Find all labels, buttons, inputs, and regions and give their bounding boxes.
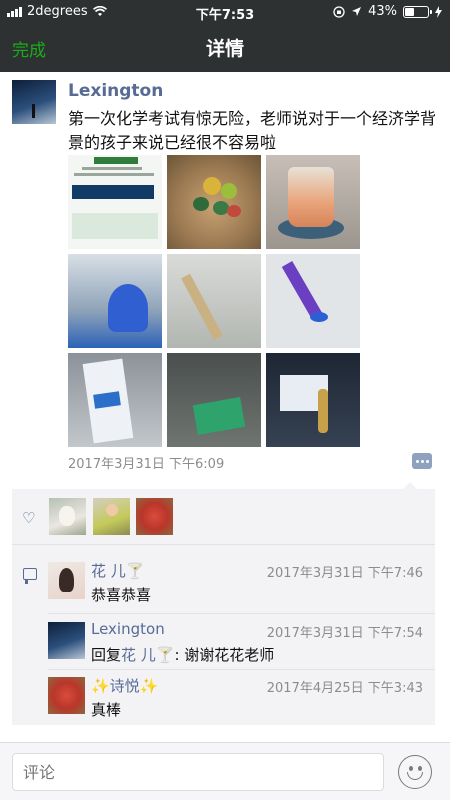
liker-avatar[interactable] [136,498,173,535]
comment-item[interactable]: 花 儿🍸 2017年3月31日 下午7:46 恭喜恭喜 [48,560,435,614]
photo-thumbnail[interactable] [266,254,360,348]
comment-text: 回复花 儿🍸: 谢谢花花老师 [91,644,274,665]
divider [12,544,435,545]
reply-prefix: 回复 [91,646,122,664]
reply-text: : 谢谢花花老师 [174,646,275,664]
photo-grid [68,155,360,447]
page-title: 详情 [205,38,244,60]
navigation-bar: 完成 详情 [0,24,450,70]
comment-text: 恭喜恭喜 [91,586,152,604]
comment-input[interactable] [12,753,384,791]
interaction-panel: ♡ 花 儿🍸 2017年3月31日 下午7:46 恭喜恭喜 Lexington … [12,482,435,727]
emoji-button[interactable] [398,755,432,789]
done-button[interactable]: 完成 [12,36,46,61]
author-avatar[interactable] [12,80,56,124]
post-text: 第一次化学考试有惊无险，老师说对于一个经济学背景的孩子来说已经很不容易啦 [68,109,437,152]
comment-item[interactable]: ✨诗悦✨ 2017年4月25日 下午3:43 真棒 [48,677,435,727]
comment-item[interactable]: Lexington 2017年3月31日 下午7:54 回复花 儿🍸: 谢谢花花… [48,620,435,672]
orientation-lock-icon [333,5,345,18]
likes-row: ♡ [12,489,435,544]
commenter-avatar[interactable] [48,562,85,599]
photo-thumbnail[interactable] [266,155,360,249]
photo-thumbnail[interactable] [266,353,360,447]
comment-input-bar [0,742,450,800]
commenter-name[interactable]: Lexington [91,620,165,638]
liker-avatar[interactable] [49,498,86,535]
photo-thumbnail[interactable] [68,254,162,348]
smiley-face-icon [409,766,413,771]
comment-icon [23,568,37,584]
photo-thumbnail[interactable] [167,254,261,348]
photo-thumbnail[interactable] [68,155,162,249]
liker-avatar[interactable] [93,498,130,535]
like-heart-icon: ♡ [22,509,36,527]
battery-percent: 43% [368,4,397,19]
commenter-avatar[interactable] [48,677,85,714]
commenter-name[interactable]: 花 儿🍸 [91,560,144,581]
comment-time: 2017年3月31日 下午7:54 [266,626,423,641]
photo-thumbnail[interactable] [68,353,162,447]
charging-bolt-icon [435,5,442,18]
comment-time: 2017年4月25日 下午3:43 [266,681,423,696]
status-bar: 2degrees 下午7:53 43% [0,0,450,24]
status-right: 43% [333,4,442,19]
comment-divider [48,669,435,670]
reply-to-name[interactable]: 花 儿🍸 [121,646,174,664]
comment-text: 真棒 [91,701,122,719]
author-name[interactable]: Lexington [68,81,163,101]
commenter-name[interactable]: ✨诗悦✨ [91,675,158,696]
comment-action-button[interactable] [412,453,432,469]
comment-time: 2017年3月31日 下午7:46 [266,566,423,581]
comment-divider [48,613,435,614]
photo-thumbnail[interactable] [167,353,261,447]
photo-thumbnail[interactable] [167,155,261,249]
top-bar: 2degrees 下午7:53 43% 完成 详情 [0,0,450,72]
commenter-avatar[interactable] [48,622,85,659]
location-icon [352,7,362,16]
post-timestamp: 2017年3月31日 下午6:09 [68,457,225,472]
battery-icon [403,5,432,18]
